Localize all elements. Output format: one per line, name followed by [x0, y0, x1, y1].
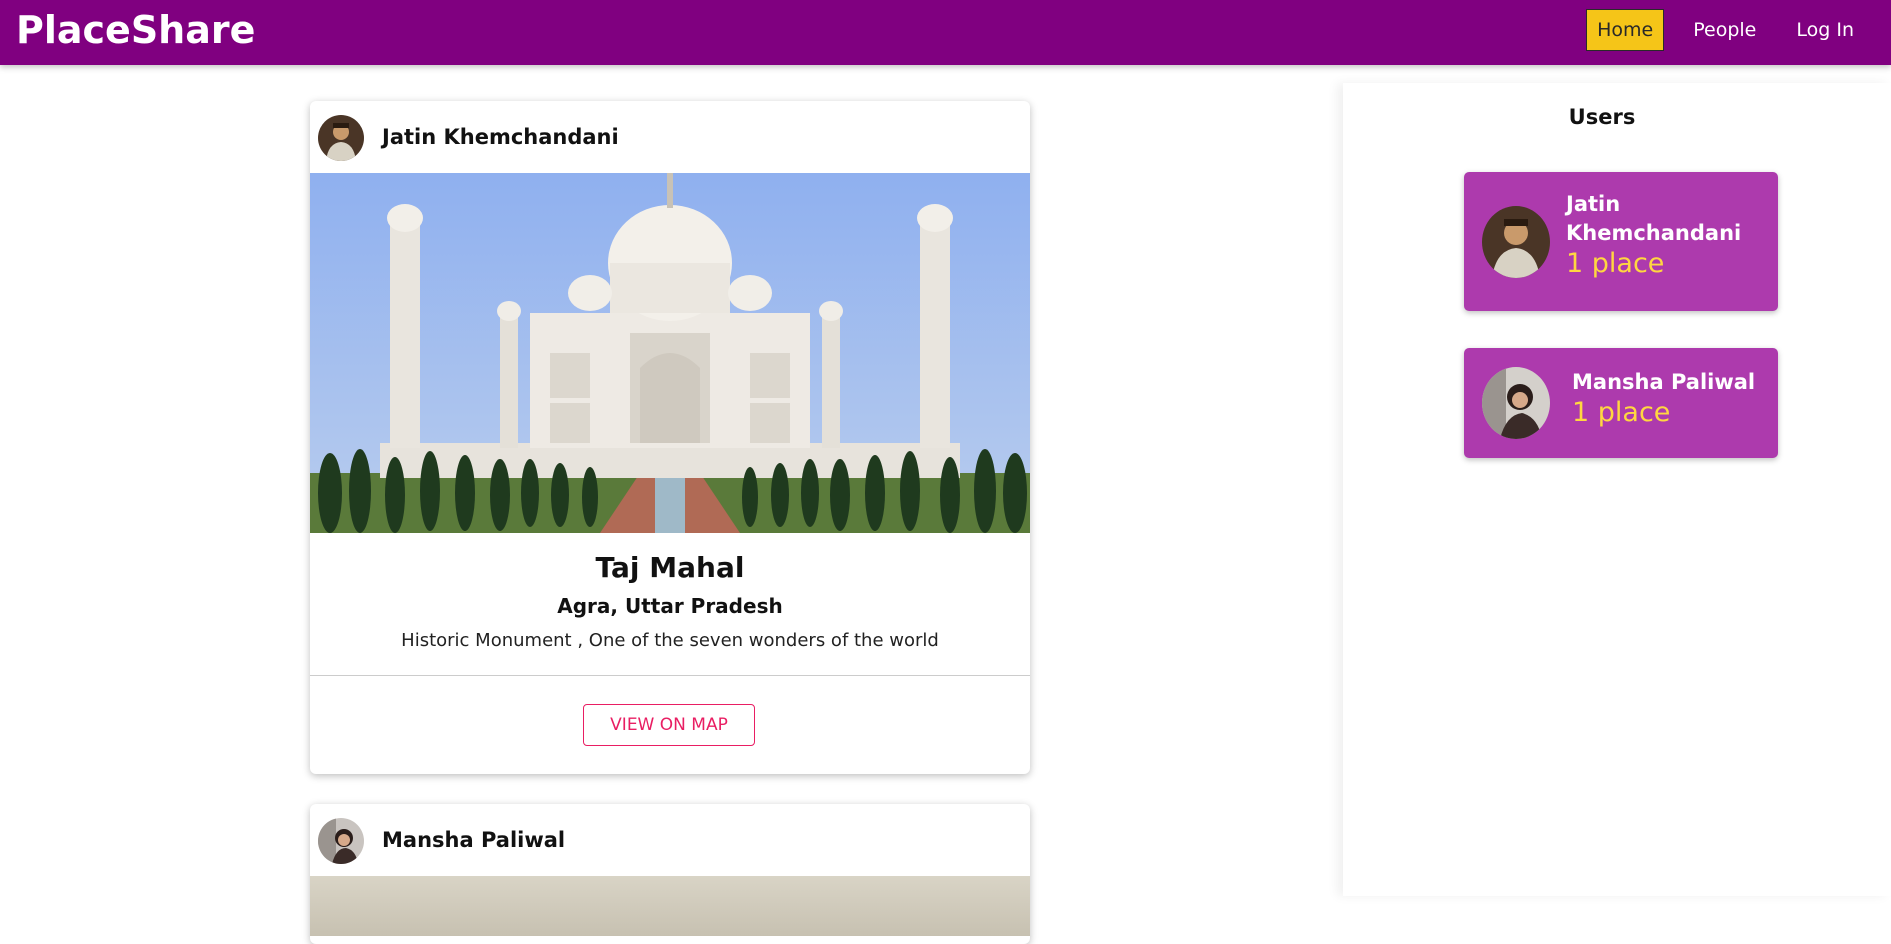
place-image — [310, 876, 1030, 936]
user-avatar[interactable] — [318, 115, 364, 161]
place-address: Agra, Uttar Pradesh — [557, 594, 783, 618]
users-sidebar: Users Jatin Khemchandani 1 place Mansha … — [1343, 83, 1891, 896]
user-card[interactable]: Mansha Paliwal 1 place — [1464, 348, 1778, 458]
user-place-count: 1 place — [1566, 248, 1665, 279]
user-name: Mansha Paliwal — [1572, 370, 1756, 394]
place-card-header: Mansha Paliwal — [310, 804, 1030, 876]
place-owner-name[interactable]: Mansha Paliwal — [382, 828, 565, 852]
nav-login[interactable]: Log In — [1785, 9, 1865, 51]
place-owner-name[interactable]: Jatin Khemchandani — [382, 125, 619, 149]
place-title: Taj Mahal — [595, 551, 745, 584]
top-navbar: PlaceShare Home People Log In — [0, 0, 1891, 65]
app-logo[interactable]: PlaceShare — [16, 8, 255, 52]
user-avatar — [1482, 367, 1550, 439]
user-avatar[interactable] — [318, 818, 364, 864]
user-name: Jatin Khemchandani — [1566, 192, 1742, 245]
user-card[interactable]: Jatin Khemchandani 1 place — [1464, 172, 1778, 311]
place-image — [310, 173, 1030, 533]
user-place-count: 1 place — [1572, 397, 1671, 428]
place-card: Mansha Paliwal — [310, 804, 1030, 944]
place-details: Taj Mahal Agra, Uttar Pradesh Historic M… — [310, 533, 1030, 676]
main-nav: Home People Log In — [1586, 9, 1865, 51]
view-on-map-button[interactable]: VIEW ON MAP — [583, 704, 755, 746]
nav-people[interactable]: People — [1682, 9, 1767, 51]
sidebar-title: Users — [1568, 105, 1636, 129]
place-card-header: Jatin Khemchandani — [310, 101, 1030, 173]
nav-home[interactable]: Home — [1586, 9, 1665, 51]
place-card: Jatin Khemchandani Taj Mahal Agra, Uttar… — [310, 101, 1030, 774]
place-actions: VIEW ON MAP — [310, 676, 1030, 774]
place-description: Historic Monument , One of the seven won… — [401, 630, 939, 651]
user-avatar — [1482, 206, 1550, 278]
